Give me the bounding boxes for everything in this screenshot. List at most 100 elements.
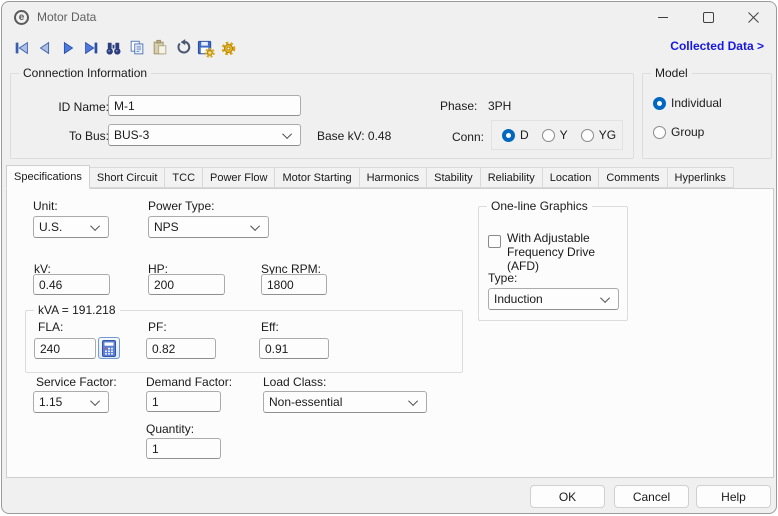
to-bus-combobox[interactable]: BUS-3 [108,124,301,146]
fla-label: FLA: [38,320,64,334]
unit-label: Unit: [33,199,58,213]
model-group-label: Model [651,66,692,80]
settings-button[interactable] [218,37,239,59]
tab-specifications[interactable]: Specifications [6,165,90,189]
tab-harmonics[interactable]: Harmonics [358,167,428,188]
tab-power-flow[interactable]: Power Flow [202,167,276,188]
connection-information-group: Connection Information ID Name: To Bus: … [10,66,634,159]
first-record-button[interactable] [11,37,32,59]
type-label: Type: [488,271,518,285]
previous-record-icon [39,41,49,55]
hp-input[interactable] [148,274,225,295]
app-logo-icon: e [14,9,29,25]
copy-button[interactable] [126,37,147,59]
next-record-button[interactable] [57,37,78,59]
calculator-icon [102,339,116,357]
tab-motor-starting[interactable]: Motor Starting [274,167,360,188]
close-button[interactable] [731,2,776,32]
last-record-button[interactable] [80,37,101,59]
type-value: Induction [494,292,543,306]
maximize-button[interactable] [686,2,731,32]
kv-input[interactable] [33,274,110,295]
id-name-input[interactable] [108,95,301,116]
find-button[interactable] [103,37,124,59]
conn-option-yg[interactable]: YG [580,128,617,142]
undo-icon [176,39,190,54]
radio-icon [653,125,666,139]
save-gear-icon [197,40,215,58]
id-name-label: ID Name: [58,100,109,114]
pf-label: PF: [148,320,167,334]
conn-radio-group: D Y YG [491,120,623,150]
demand-factor-input[interactable] [146,391,221,412]
eff-label: Eff: [261,320,279,334]
help-button[interactable]: Help [696,485,771,508]
fla-calculator-button[interactable] [98,337,120,359]
maximize-icon [703,11,714,23]
load-class-label: Load Class: [263,375,327,389]
phase-value: 3PH [488,99,512,113]
quantity-label: Quantity: [146,422,195,436]
model-group-option-label: Group [671,125,705,139]
one-line-graphics-label: One-line Graphics [487,199,592,213]
next-record-icon [63,41,73,55]
minimize-icon [658,16,668,18]
tab-hyperlinks[interactable]: Hyperlinks [666,167,734,188]
sync-rpm-input[interactable] [261,274,327,295]
cancel-button[interactable]: Cancel [614,485,689,508]
to-bus-value: BUS-3 [114,128,150,142]
previous-record-button[interactable] [34,37,55,59]
to-bus-label: To Bus: [68,129,109,143]
model-option-individual[interactable]: Individual [653,96,722,110]
unit-combobox[interactable]: U.S. [33,216,109,238]
conn-option-y-label: Y [559,128,568,142]
tab-comments[interactable]: Comments [598,167,668,188]
tab-tcc[interactable]: TCC [164,167,204,188]
toolbar: Collected Data > [2,33,776,63]
afd-checkbox-row: With Adjustable Frequency Drive (AFD) [488,231,625,273]
afd-checkbox[interactable] [488,235,501,248]
service-factor-combobox[interactable]: 1.15 [33,391,109,413]
tab-location[interactable]: Location [541,167,600,188]
minimize-button[interactable] [641,2,686,32]
quantity-input[interactable] [146,438,221,459]
conn-option-y[interactable]: Y [541,128,568,142]
pf-input[interactable] [146,338,216,359]
kva-group-label: kVA = 191.218 [34,303,120,317]
conn-option-yg-label: YG [598,128,617,142]
unit-value: U.S. [39,220,63,234]
power-type-combobox[interactable]: NPS [148,216,269,238]
load-class-value: Non-essential [269,395,343,409]
load-class-combobox[interactable]: Non-essential [263,391,427,413]
last-record-icon [84,41,97,55]
undo-button[interactable] [172,37,193,59]
copy-icon [130,40,143,55]
fla-input[interactable] [34,338,96,359]
tab-reliability[interactable]: Reliability [479,167,543,188]
save-options-button[interactable] [195,37,216,59]
window-title: Motor Data [37,10,97,24]
settings-gear-icon [221,41,236,55]
motor-data-dialog: e Motor Data Collected Data > Connection… [1,1,777,514]
paste-button[interactable] [149,37,170,59]
eff-input[interactable] [259,338,329,359]
find-binoculars-icon [106,42,121,55]
type-combobox[interactable]: Induction [488,288,619,310]
tab-strip: Specifications Short Circuit TCC Power F… [6,164,734,189]
radio-icon [580,128,594,142]
model-option-group[interactable]: Group [653,125,704,139]
specifications-panel: Unit: U.S. Power Type: NPS kV: HP: Sync … [6,188,774,478]
conn-option-d-label: D [520,128,529,142]
afd-checkbox-label: With Adjustable Frequency Drive (AFD) [507,231,596,273]
conn-label: Conn: [451,130,484,144]
collected-data-link[interactable]: Collected Data > [670,39,764,53]
model-individual-label: Individual [671,96,722,110]
service-factor-value: 1.15 [39,395,63,409]
connection-group-label: Connection Information [19,66,152,80]
power-type-value: NPS [154,220,179,234]
tab-short-circuit[interactable]: Short Circuit [88,167,166,188]
conn-option-d[interactable]: D [502,128,529,142]
ok-button[interactable]: OK [530,485,605,508]
service-factor-label: Service Factor: [36,375,117,389]
tab-stability[interactable]: Stability [426,167,481,188]
